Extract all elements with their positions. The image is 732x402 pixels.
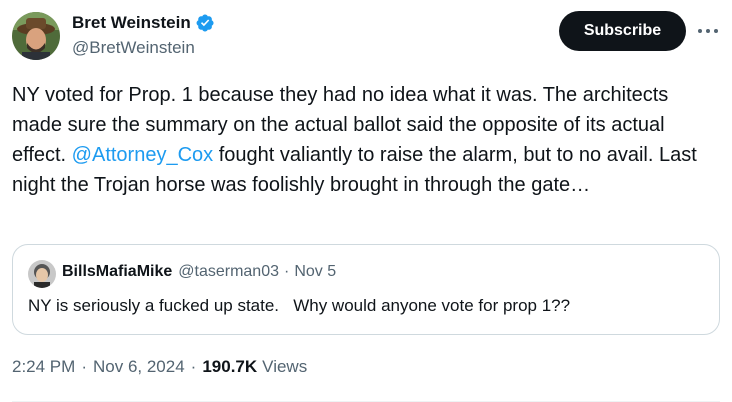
more-options-button[interactable] (694, 20, 722, 42)
author-avatar[interactable] (12, 12, 60, 60)
tweet-meta: 2:24 PM · Nov 6, 2024 · 190.7K Views (12, 357, 307, 377)
quoted-author-name: BillsMafiaMike (62, 263, 173, 280)
views-label: Views (262, 357, 308, 376)
tweet-date[interactable]: Nov 6, 2024 (93, 357, 185, 377)
quoted-header: BillsMafiaMike @taserman03 · Nov 5 (62, 263, 336, 281)
subscribe-button[interactable]: Subscribe (559, 11, 686, 51)
quoted-author-avatar[interactable] (28, 260, 56, 288)
author-handle[interactable]: @BretWeinstein (72, 38, 195, 58)
meta-separator: · (81, 357, 87, 376)
meta-separator: · (190, 357, 197, 376)
author-name-row: Bret Weinstein (72, 11, 215, 35)
quoted-author-handle: @taserman03 (178, 263, 279, 280)
tweet: Bret Weinstein @BretWeinstein Subscribe … (0, 0, 732, 402)
quoted-separator: · (284, 263, 290, 280)
author-name[interactable]: Bret Weinstein (72, 13, 191, 33)
more-horizontal-icon (698, 29, 718, 33)
quoted-text: NY is seriously a fucked up state. Why w… (28, 296, 571, 315)
verified-badge-icon (196, 14, 214, 32)
quoted-tweet[interactable]: BillsMafiaMike @taserman03 · Nov 5 NY is… (12, 244, 720, 335)
views-count[interactable]: 190.7K (202, 357, 257, 377)
mention-link[interactable]: @Attorney_Cox (72, 144, 213, 166)
quoted-date: Nov 5 (294, 263, 337, 280)
tweet-text: NY voted for Prop. 1 because they had no… (12, 80, 722, 200)
tweet-time[interactable]: 2:24 PM (12, 357, 75, 377)
